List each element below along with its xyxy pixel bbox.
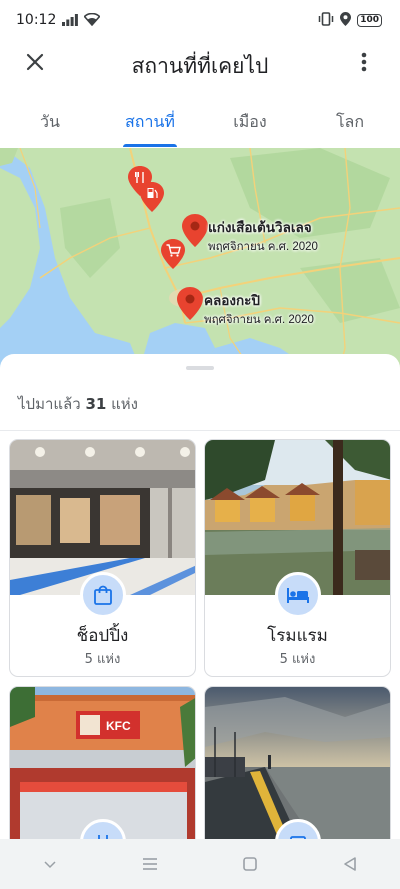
bottom-sheet: ไปมาแล้ว 31 แห่ง ช็อปปิ้ง 5 แห่ง โรมแรม … bbox=[0, 354, 400, 839]
summary-count: 31 bbox=[85, 395, 107, 413]
status-right: 100 bbox=[318, 11, 382, 30]
vibrate-icon bbox=[318, 11, 334, 30]
hotel-badge bbox=[275, 572, 321, 618]
system-nav-bar bbox=[0, 839, 400, 889]
category-card-hotels[interactable]: โรมแรม 5 แห่ง bbox=[204, 439, 391, 677]
back-triangle-icon bbox=[344, 857, 356, 871]
more-vert-icon bbox=[361, 52, 367, 72]
divider bbox=[0, 430, 400, 431]
map-pin-label: คลองกะปิ พฤศจิกายน ค.ศ. 2020 bbox=[204, 289, 314, 329]
category-card-landmarks[interactable] bbox=[204, 686, 391, 839]
map-pin-label: แก่งเสือเต้นวิลเลจ พฤศจิกายน ค.ศ. 2020 bbox=[208, 216, 318, 256]
drag-handle[interactable] bbox=[186, 366, 214, 370]
category-card-shopping[interactable]: ช็อปปิ้ง 5 แห่ง bbox=[9, 439, 196, 677]
status-bar: 10:12 100 bbox=[0, 0, 400, 40]
tab-world[interactable]: โลก bbox=[300, 100, 400, 148]
battery-icon: 100 bbox=[357, 13, 382, 27]
tab-cities[interactable]: เมือง bbox=[200, 100, 300, 148]
restaurant-icon bbox=[98, 835, 108, 839]
nav-menu-button[interactable] bbox=[130, 844, 170, 884]
wifi-icon bbox=[83, 11, 101, 30]
status-time: 10:12 bbox=[16, 12, 57, 28]
app-bar: สถานที่ที่เคยไป bbox=[0, 40, 400, 88]
map-pin-title: คลองกะปิ bbox=[204, 293, 260, 308]
map-pin-date: พฤศจิกายน ค.ศ. 2020 bbox=[208, 241, 318, 253]
card-count: 5 แห่ง bbox=[279, 652, 316, 667]
tab-places[interactable]: สถานที่ bbox=[100, 100, 200, 148]
card-title: ช็อปปิ้ง bbox=[76, 626, 129, 646]
restaurant-photo: KFC bbox=[10, 687, 195, 839]
signal-icon bbox=[62, 11, 79, 30]
landmark-icon bbox=[290, 836, 306, 839]
map-view[interactable]: แก่งเสือเต้นวิลเลจ พฤศจิกายน ค.ศ. 2020 ค… bbox=[0, 148, 400, 368]
svg-text:KFC: KFC bbox=[106, 719, 131, 733]
map-pin-title: แก่งเสือเต้นวิลเลจ bbox=[208, 220, 312, 235]
more-options-button[interactable] bbox=[344, 42, 384, 82]
menu-icon bbox=[143, 858, 157, 870]
summary-prefix: ไปมาแล้ว bbox=[18, 395, 81, 413]
visited-summary: ไปมาแล้ว 31 แห่ง bbox=[18, 392, 138, 416]
map-canvas bbox=[0, 148, 400, 368]
tab-bar: วัน สถานที่ เมือง โลก bbox=[0, 100, 400, 148]
nav-back-button[interactable] bbox=[330, 844, 370, 884]
summary-suffix: แห่ง bbox=[111, 395, 138, 413]
tab-day[interactable]: วัน bbox=[0, 100, 100, 148]
card-count: 5 แห่ง bbox=[84, 652, 121, 667]
location-icon bbox=[340, 11, 352, 30]
shopping-badge bbox=[80, 572, 126, 618]
nav-collapse-button[interactable] bbox=[30, 844, 70, 884]
category-card-restaurants[interactable]: KFC bbox=[9, 686, 196, 839]
shopping-bag-icon bbox=[94, 585, 112, 605]
home-square-icon bbox=[243, 857, 257, 871]
card-title: โรมแรม bbox=[267, 626, 328, 646]
landmark-photo bbox=[205, 687, 390, 839]
status-left: 10:12 bbox=[16, 11, 101, 30]
nav-home-button[interactable] bbox=[230, 844, 270, 884]
map-pin-date: พฤศจิกายน ค.ศ. 2020 bbox=[204, 314, 314, 326]
chevron-down-icon bbox=[44, 861, 56, 869]
page-title: สถานที่ที่เคยไป bbox=[131, 54, 269, 78]
hotel-bed-icon bbox=[287, 588, 309, 603]
